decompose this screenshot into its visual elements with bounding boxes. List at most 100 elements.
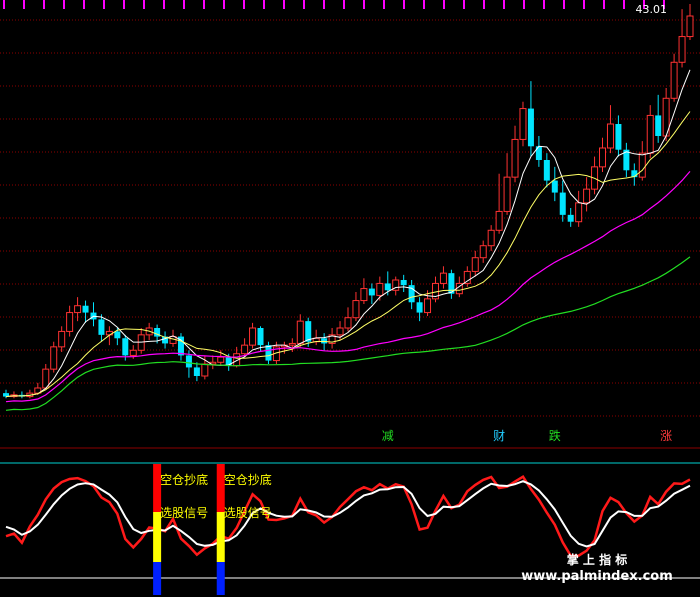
candlestick[interactable]	[400, 274, 407, 292]
candlestick[interactable]	[408, 280, 415, 310]
candle-body	[400, 280, 407, 286]
candle-body	[615, 124, 622, 150]
candle-body	[201, 363, 209, 377]
candlestick[interactable]	[495, 173, 503, 234]
candlestick[interactable]	[606, 105, 614, 154]
candlestick[interactable]	[615, 115, 622, 157]
candlestick[interactable]	[551, 166, 558, 202]
candle-body	[606, 123, 614, 149]
candlestick[interactable]	[439, 266, 447, 289]
candle-body	[241, 344, 249, 355]
candlestick[interactable]	[328, 328, 336, 349]
candle-body	[503, 176, 511, 212]
candlestick[interactable]	[591, 156, 599, 195]
signal-label-bottom: 选股信号	[160, 506, 208, 520]
candle-body	[98, 319, 105, 335]
candlestick[interactable]	[82, 300, 89, 323]
oscillator-panel	[5, 474, 691, 557]
candlestick[interactable]	[559, 180, 566, 222]
candle-body	[527, 108, 534, 147]
candlestick[interactable]	[66, 305, 74, 337]
candlestick[interactable]	[670, 53, 678, 102]
candlestick[interactable]	[575, 190, 583, 227]
candlestick[interactable]	[368, 283, 375, 304]
kline-chart[interactable]: 43.01 减 财 跌 涨 空仓抄底选股信号 空仓抄底选股信号 掌 上 指 标 www.…	[0, 0, 700, 597]
signal-bar-blue	[153, 562, 162, 595]
candlestick[interactable]	[487, 225, 495, 251]
candlestick[interactable]	[686, 4, 694, 40]
candlestick[interactable]	[265, 341, 272, 364]
candlestick[interactable]	[583, 177, 591, 212]
candle-body	[321, 338, 328, 344]
signal-bar-red	[216, 464, 225, 512]
candlestick[interactable]	[18, 391, 25, 399]
stock-chart-window[interactable]: 43.01 减 财 跌 涨 空仓抄底 选股信号 空仓抄底 选股信号 掌 上 指 标 www.…	[0, 0, 700, 597]
candlestick[interactable]	[416, 297, 423, 322]
candle-body	[50, 346, 58, 370]
candlestick[interactable]	[74, 297, 82, 322]
candlestick[interactable]	[646, 105, 654, 159]
price-label: 43.01	[636, 3, 668, 16]
candle-body	[257, 328, 264, 346]
candlestick[interactable]	[26, 389, 34, 399]
ma-long-line	[5, 171, 691, 403]
candle-body	[463, 270, 471, 284]
candlestick[interactable]	[90, 302, 97, 327]
watermark-url: www.palmindex.com	[521, 569, 673, 584]
candlesticks[interactable]	[3, 4, 694, 399]
candle-body	[559, 192, 566, 215]
candlestick[interactable]	[543, 153, 550, 188]
candlestick[interactable]	[638, 141, 646, 181]
candlestick[interactable]	[193, 362, 200, 382]
candle-body	[439, 272, 447, 284]
candlestick[interactable]	[352, 292, 360, 322]
candlestick[interactable]	[623, 142, 630, 178]
candlestick[interactable]	[10, 391, 18, 399]
candlestick[interactable]	[448, 269, 455, 299]
candlestick[interactable]	[511, 125, 519, 183]
candlestick[interactable]	[177, 333, 184, 361]
candle-body	[66, 312, 74, 332]
pattern-tags: 减财跌涨	[382, 428, 672, 443]
signal-bar-red	[153, 464, 162, 512]
candle-body	[670, 61, 678, 99]
candlestick[interactable]	[58, 326, 66, 352]
candle-body	[344, 317, 352, 329]
top-tick-marks	[3, 0, 665, 9]
candlestick[interactable]	[344, 307, 352, 332]
candlestick[interactable]	[503, 153, 511, 215]
candlestick[interactable]	[431, 276, 439, 303]
pattern-tag: 涨	[660, 428, 672, 443]
candlestick[interactable]	[655, 94, 662, 143]
candlestick[interactable]	[360, 278, 368, 304]
candlestick[interactable]	[137, 328, 145, 354]
buy-signals: 空仓抄底选股信号 空仓抄底选股信号	[153, 464, 272, 595]
candle-body	[288, 342, 296, 346]
candlestick[interactable]	[209, 355, 217, 370]
candlestick[interactable]	[662, 88, 670, 142]
candlestick[interactable]	[479, 240, 487, 263]
candle-body	[511, 138, 519, 178]
candlestick[interactable]	[567, 208, 574, 227]
candlestick[interactable]	[527, 81, 534, 157]
candlestick[interactable]	[50, 341, 58, 373]
candlestick[interactable]	[678, 9, 686, 68]
moving-averages	[5, 69, 691, 411]
candlestick[interactable]	[463, 266, 471, 287]
candlestick[interactable]	[599, 137, 607, 172]
candlestick[interactable]	[535, 136, 542, 167]
signal-label-top: 空仓抄底	[160, 472, 208, 487]
candle-body	[185, 355, 192, 368]
candlestick[interactable]	[471, 250, 479, 277]
candlestick[interactable]	[3, 389, 9, 399]
candle-body	[249, 327, 257, 346]
candlestick[interactable]	[392, 276, 400, 296]
candle-body	[567, 214, 574, 222]
candle-body	[416, 302, 423, 313]
candlestick[interactable]	[162, 331, 169, 349]
candlestick[interactable]	[249, 322, 257, 349]
candle-body	[686, 15, 694, 38]
candle-body	[376, 282, 384, 296]
candle-body	[646, 114, 654, 154]
candlestick[interactable]	[519, 101, 527, 147]
